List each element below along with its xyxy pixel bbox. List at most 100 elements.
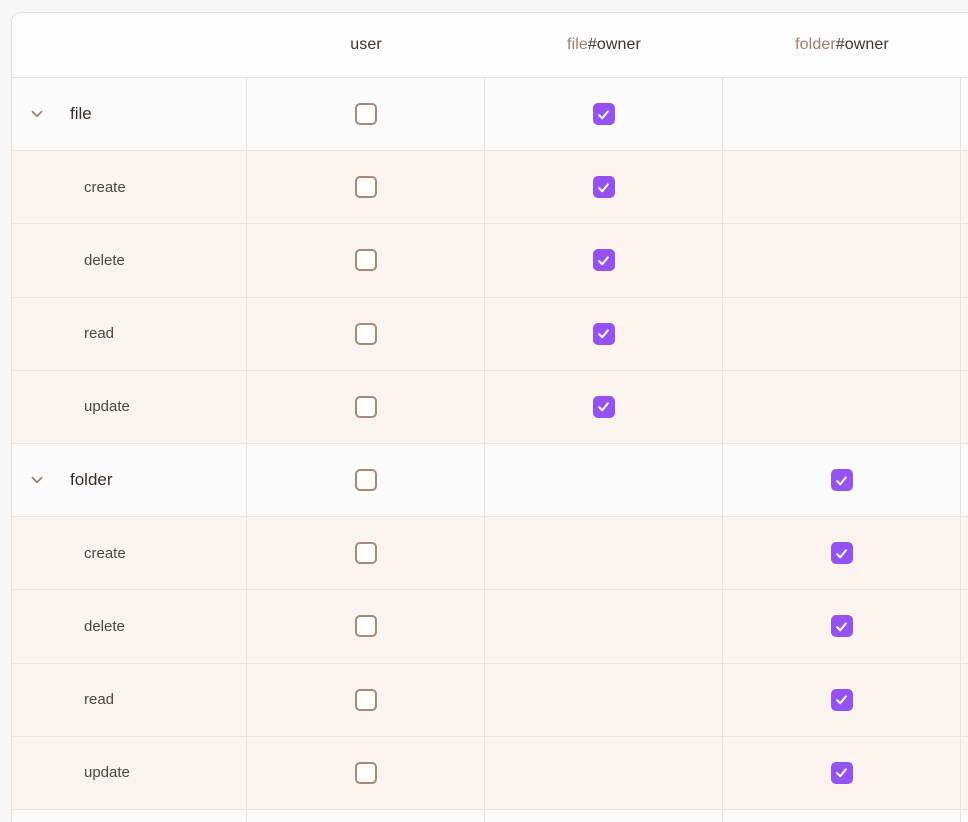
cell-folder-owner: [723, 224, 961, 296]
checkbox[interactable]: [355, 103, 377, 125]
cell-file-owner: [485, 444, 723, 516]
cell-clipped: [961, 78, 968, 150]
cell-file-owner: [485, 517, 723, 589]
cell-clipped: [961, 737, 968, 809]
checkbox[interactable]: [355, 762, 377, 784]
checkmark-icon: [596, 326, 611, 341]
checkbox[interactable]: [355, 542, 377, 564]
cell-file-owner: [485, 371, 723, 443]
cell-folder-owner: [723, 664, 961, 736]
cell-clipped: [961, 517, 968, 589]
action-row-delete: delete: [12, 224, 968, 297]
cell-clipped: [961, 151, 968, 223]
header-label: #owner: [836, 36, 889, 54]
cell-user: [247, 224, 485, 296]
cell-user: [247, 737, 485, 809]
cell-file-owner: [485, 810, 723, 822]
checkbox[interactable]: [593, 103, 615, 125]
row-label-cell: update: [12, 371, 247, 443]
cell-clipped: [961, 810, 968, 822]
checkbox[interactable]: [831, 542, 853, 564]
cell-folder-owner: [723, 444, 961, 516]
action-label: read: [84, 691, 114, 708]
checkmark-icon: [596, 253, 611, 268]
header-cell-file-owner: file#owner: [485, 13, 723, 77]
checkbox[interactable]: [593, 396, 615, 418]
header-cell-clipped: [961, 13, 968, 77]
entity-row-folder: folder: [12, 444, 968, 517]
checkbox[interactable]: [831, 615, 853, 637]
action-label: create: [84, 545, 126, 562]
checkbox[interactable]: [593, 249, 615, 271]
cell-user: [247, 444, 485, 516]
checkmark-icon: [596, 399, 611, 414]
checkbox[interactable]: [355, 249, 377, 271]
cell-file-owner: [485, 78, 723, 150]
cell-file-owner: [485, 737, 723, 809]
checkbox[interactable]: [831, 762, 853, 784]
cell-folder-owner: [723, 810, 961, 822]
checkbox[interactable]: [593, 176, 615, 198]
action-row-create: create: [12, 151, 968, 224]
chevron-down-icon[interactable]: [28, 471, 46, 489]
header-label: #owner: [588, 36, 641, 54]
checkmark-icon: [596, 180, 611, 195]
cell-file-owner: [485, 224, 723, 296]
action-row-update: update: [12, 371, 968, 444]
action-row-delete: delete: [12, 590, 968, 663]
cell-user: [247, 517, 485, 589]
checkmark-icon: [834, 692, 849, 707]
checkbox[interactable]: [355, 469, 377, 491]
header-cell-user: user: [247, 13, 485, 77]
checkbox[interactable]: [355, 615, 377, 637]
checkbox[interactable]: [593, 323, 615, 345]
action-label: read: [84, 325, 114, 342]
action-row-read: read: [12, 298, 968, 371]
checkbox[interactable]: [355, 396, 377, 418]
cell-user: [247, 298, 485, 370]
entity-row-partial: [12, 810, 968, 822]
header-label: user: [350, 36, 382, 54]
cell-file-owner: [485, 298, 723, 370]
checkbox[interactable]: [355, 176, 377, 198]
cell-clipped: [961, 664, 968, 736]
permissions-page: user file#owner folder#owner file create…: [0, 0, 968, 822]
checkbox[interactable]: [831, 689, 853, 711]
row-label-cell: delete: [12, 590, 247, 662]
cell-user: [247, 664, 485, 736]
action-label: delete: [84, 618, 125, 635]
cell-folder-owner: [723, 371, 961, 443]
cell-folder-owner: [723, 590, 961, 662]
cell-clipped: [961, 590, 968, 662]
checkmark-icon: [834, 473, 849, 488]
row-label-cell: delete: [12, 224, 247, 296]
row-label-cell: create: [12, 517, 247, 589]
row-label-cell: create: [12, 151, 247, 223]
action-label: update: [84, 398, 130, 415]
cell-user: [247, 590, 485, 662]
row-label-cell: folder: [12, 444, 247, 516]
entity-label: folder: [70, 470, 113, 490]
cell-user: [247, 371, 485, 443]
chevron-down-icon[interactable]: [28, 105, 46, 123]
action-row-create: create: [12, 517, 968, 590]
permissions-table: user file#owner folder#owner file create…: [11, 12, 968, 822]
cell-folder-owner: [723, 298, 961, 370]
row-label-cell: file: [12, 78, 247, 150]
checkbox[interactable]: [355, 689, 377, 711]
cell-clipped: [961, 371, 968, 443]
checkbox[interactable]: [355, 323, 377, 345]
header-cell-empty: [12, 13, 247, 77]
entity-row-file: file: [12, 78, 968, 151]
checkbox[interactable]: [831, 469, 853, 491]
entity-label: file: [70, 104, 92, 124]
checkmark-icon: [834, 619, 849, 634]
cell-user: [247, 151, 485, 223]
row-label-cell: read: [12, 298, 247, 370]
action-label: create: [84, 179, 126, 196]
cell-folder-owner: [723, 517, 961, 589]
header-prefix: folder: [795, 36, 836, 54]
row-label-cell: read: [12, 664, 247, 736]
header-prefix: file: [567, 36, 588, 54]
checkmark-icon: [834, 765, 849, 780]
